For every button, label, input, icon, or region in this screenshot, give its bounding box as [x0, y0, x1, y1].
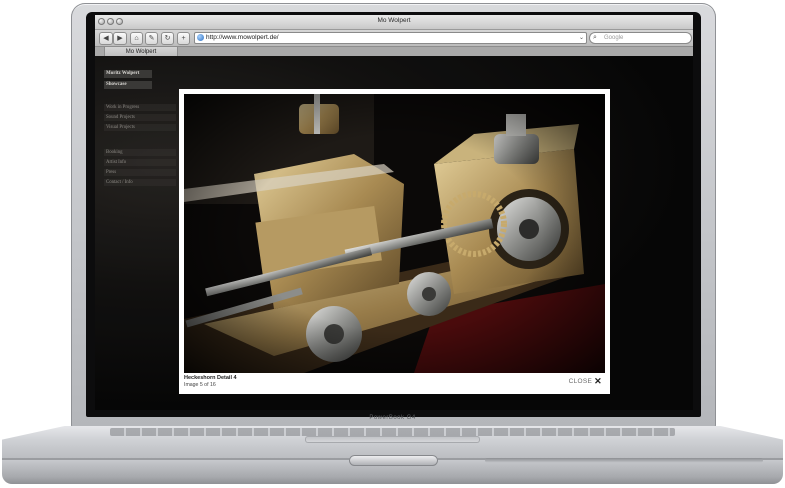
optical-drive-slot	[485, 458, 763, 463]
search-icon: ⌕	[593, 34, 597, 41]
forward-icon: ▶	[117, 35, 123, 42]
nav-item-work-in-progress[interactable]: Work in Progress	[104, 104, 176, 111]
globe-icon	[197, 34, 204, 41]
address-bar[interactable]: http://www.mowolpert.de/ ⌄	[194, 32, 587, 44]
reload-button[interactable]: ↻	[161, 32, 174, 45]
laptop-brand-label: PowerBook G4	[369, 415, 416, 421]
address-bar-url: http://www.mowolpert.de/	[206, 34, 279, 41]
edit-button[interactable]: ✎	[145, 32, 158, 45]
back-icon: ◀	[103, 35, 109, 42]
add-bookmark-button[interactable]: +	[177, 32, 190, 45]
home-button[interactable]: ⌂	[130, 32, 143, 45]
site-name-block[interactable]: Moritz Wolpert	[104, 70, 152, 78]
lightbox-counter: Image 5 of 16	[184, 382, 216, 388]
lightbox: Heckeshorn Detail 4 Image 5 of 16 CLOSE ✕	[179, 89, 610, 394]
nav-item-booking[interactable]: Booking	[104, 149, 176, 156]
showcase-block[interactable]: Showcase	[104, 81, 152, 89]
close-label: CLOSE	[568, 378, 593, 385]
forward-button[interactable]: ▶	[113, 32, 127, 45]
browser-toolbar: ◀ ▶ ⌂ ✎ ↻ + http://www.mowolpert.de/ ⌄ ⌕…	[95, 30, 693, 46]
chevron-down-icon[interactable]: ⌄	[579, 33, 584, 43]
lightbox-caption: Heckeshorn Detail 4	[184, 375, 237, 381]
lightbox-photo[interactable]	[184, 94, 605, 373]
window-title: Mo Wolpert	[377, 17, 411, 24]
plus-icon: +	[181, 35, 186, 42]
close-icon: ✕	[594, 376, 602, 386]
web-page: Moritz Wolpert Showcase Work in Progress…	[95, 56, 693, 410]
nav-item-sound-projects[interactable]: Sound Projects	[104, 114, 176, 121]
home-icon: ⌂	[134, 35, 139, 42]
machine-photo-illustration	[184, 94, 605, 373]
search-placeholder: Google	[604, 35, 624, 41]
lightbox-close-button[interactable]: CLOSE ✕	[569, 376, 602, 387]
nav-item-visual-projects[interactable]: Visual Projects	[104, 124, 176, 131]
nav-item-contact[interactable]: Contact / Info	[104, 179, 176, 186]
trackpad	[305, 436, 480, 443]
pencil-icon: ✎	[148, 35, 155, 42]
laptop-screen: Mo Wolpert ◀ ▶ ⌂ ✎ ↻ + http://www.mowolp…	[95, 15, 693, 410]
nav-item-artist-info[interactable]: Artist Info	[104, 159, 176, 166]
nav-item-press[interactable]: Press	[104, 169, 176, 176]
search-input[interactable]: ⌕ Google	[589, 32, 692, 44]
window-titlebar: Mo Wolpert	[95, 15, 693, 30]
lid-latch	[349, 455, 438, 466]
back-button[interactable]: ◀	[99, 32, 113, 45]
reload-icon: ↻	[164, 35, 171, 42]
keyboard	[110, 428, 675, 436]
